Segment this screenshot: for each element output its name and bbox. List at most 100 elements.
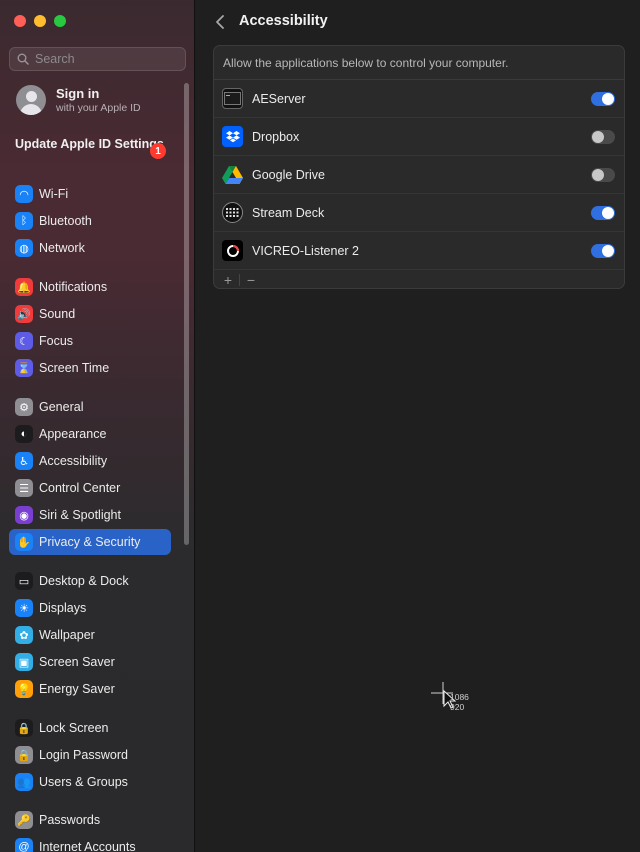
lock-screen-icon: 🔒 [15,719,33,737]
cursor-y-readout: 920 [450,701,465,712]
accessibility-apps-panel: Allow the applications below to control … [213,45,625,289]
dropbox-icon [222,126,243,147]
sidebar-item-passwords[interactable]: 🔑 Passwords [9,807,171,833]
app-toggle[interactable] [591,92,615,106]
sidebar-item-screen-time[interactable]: ⌛ Screen Time [9,355,171,381]
sidebar-item-network[interactable]: ◍ Network [9,235,171,261]
sidebar-item-login-password[interactable]: 🔒 Login Password [9,742,171,768]
add-app-button[interactable]: + [219,272,237,288]
window-controls [14,15,66,27]
footer-divider [239,274,240,286]
app-name: AEServer [252,91,306,106]
lightbulb-icon: 💡 [15,680,33,698]
moon-icon: ☾ [15,332,33,350]
sidebar-item-lock-screen[interactable]: 🔒 Lock Screen [9,715,171,741]
sidebar-item-appearance[interactable]: ◐ Appearance [9,421,171,447]
sidebar-item-energy-saver[interactable]: 💡 Energy Saver [9,676,171,702]
sidebar-item-label: Focus [39,334,74,348]
panel-header: Allow the applications below to control … [214,46,624,80]
sidebar-scrollbar[interactable] [184,83,189,545]
page-title: Accessibility [239,13,328,29]
wifi-icon: ◠ [15,185,33,203]
sidebar-item-label: Users & Groups [39,775,128,789]
key-icon: 🔑 [15,811,33,829]
sidebar-item-notifications[interactable]: 🔔 Notifications [9,274,171,300]
speaker-icon: 🔊 [15,305,33,323]
sidebar-item-label: Bluetooth [39,214,92,228]
sidebar-item-label: Wi-Fi [39,187,69,201]
sidebar-item-label: Login Password [39,748,128,762]
hourglass-icon: ⌛ [15,359,33,377]
at-icon: @ [15,838,33,852]
flower-icon: ✿ [15,626,33,644]
sidebar-item-label: Network [39,241,85,255]
sidebar-item-accessibility[interactable]: ♿ Accessibility [9,448,171,474]
gear-icon: ⚙ [15,398,33,416]
signin-subtitle: with your Apple ID [56,102,141,114]
sidebar-item-label: Siri & Spotlight [39,508,121,522]
sidebar-item-focus[interactable]: ☾ Focus [9,328,171,354]
sidebar-item-wallpaper[interactable]: ✿ Wallpaper [9,622,171,648]
sidebar-item-label: Control Center [39,481,121,495]
remove-app-button[interactable]: − [242,272,260,288]
sidebar-item-label: Appearance [39,427,107,441]
sidebar: Sign in with your Apple ID Update Apple … [0,0,195,852]
apple-id-signin[interactable]: Sign in with your Apple ID [16,85,141,115]
avatar [16,85,46,115]
sidebar-item-label: Notifications [39,280,108,294]
search-input[interactable] [35,52,175,66]
maximize-window-button[interactable] [54,15,66,27]
google-drive-icon [222,164,243,185]
sidebar-item-label: Desktop & Dock [39,574,129,588]
signin-title: Sign in [56,86,100,101]
back-button[interactable] [214,13,228,31]
sidebar-item-screen-saver[interactable]: ▣ Screen Saver [9,649,171,675]
app-toggle[interactable] [591,130,615,144]
close-window-button[interactable] [14,15,26,27]
sidebar-item-label: Wallpaper [39,628,95,642]
sidebar-item-label: Energy Saver [39,682,115,696]
switches-icon: ☰ [15,479,33,497]
vicreo-icon [222,240,243,261]
minimize-window-button[interactable] [34,15,46,27]
app-toggle[interactable] [591,168,615,182]
search-icon [17,53,29,65]
sidebar-item-label: Screen Time [39,361,110,375]
sidebar-item-general[interactable]: ⚙ General [9,394,171,420]
app-name: Stream Deck [252,205,325,220]
app-row-vicreo-listener: VICREO-Listener 2 [214,232,624,270]
app-toggle[interactable] [591,206,615,220]
app-row-aeserver: AEServer [214,80,624,118]
globe-icon: ◍ [15,239,33,257]
sidebar-item-wi-fi[interactable]: ◠ Wi-Fi [9,181,171,207]
sidebar-item-label: Internet Accounts [39,840,136,852]
sidebar-item-displays[interactable]: ☀ Displays [9,595,171,621]
update-badge: 1 [150,143,166,159]
update-apple-id-settings[interactable]: Update Apple ID Settings [15,137,170,152]
app-row-google-drive: Google Drive [214,156,624,194]
sidebar-item-label: Sound [39,307,76,321]
sidebar-item-sound[interactable]: 🔊 Sound [9,301,171,327]
sidebar-item-label: General [39,400,84,414]
users-icon: 👥 [15,773,33,791]
dock-icon: ▭ [15,572,33,590]
app-toggle[interactable] [591,244,615,258]
app-name: Dropbox [252,129,300,144]
sidebar-item-bluetooth[interactable]: ᛒ Bluetooth [9,208,171,234]
accessibility-icon: ♿ [15,452,33,470]
stream-deck-icon [222,202,243,223]
sidebar-item-internet-accounts[interactable]: @ Internet Accounts [9,834,171,852]
sidebar-item-users-groups[interactable]: 👥 Users & Groups [9,769,171,795]
cursor-coordinates: 1086 920 [450,692,469,712]
sidebar-item-privacy-security[interactable]: ✋ Privacy & Security [9,529,171,555]
screensaver-icon: ▣ [15,653,33,671]
search-field[interactable] [9,47,186,71]
sidebar-item-siri-spotlight[interactable]: ◉ Siri & Spotlight [9,502,171,528]
sidebar-item-control-center[interactable]: ☰ Control Center [9,475,171,501]
app-name: VICREO-Listener 2 [252,243,359,258]
bluetooth-icon: ᛒ [15,212,33,230]
sidebar-item-label: Passwords [39,813,101,827]
hand-icon: ✋ [15,533,33,551]
sidebar-item-desktop-dock[interactable]: ▭ Desktop & Dock [9,568,171,594]
panel-footer: + − [214,270,624,288]
